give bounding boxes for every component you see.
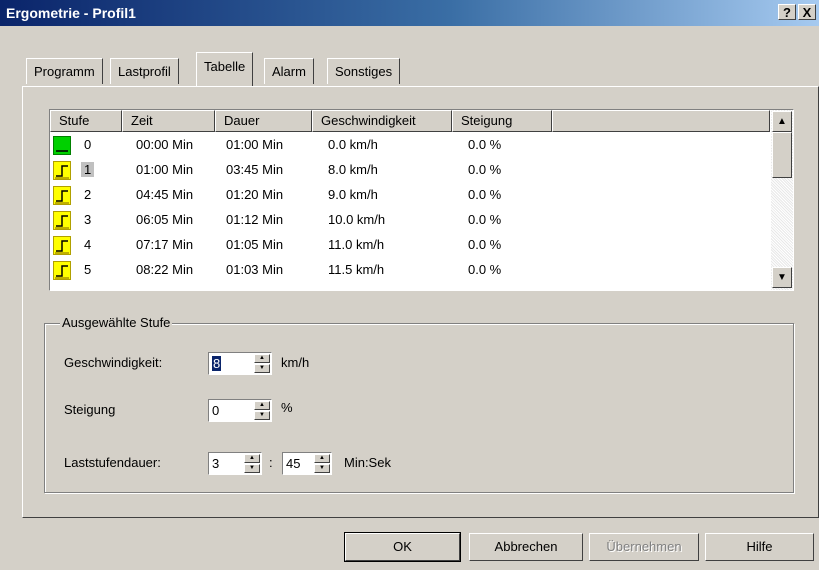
column-header-geschwindigkeit[interactable]: Geschwindigkeit (312, 110, 452, 132)
spin-up-icon[interactable]: ▲ (254, 354, 270, 363)
cell-dauer: 01:05 Min (226, 237, 284, 252)
slope-label: Steigung (64, 402, 116, 417)
tab-lastprofil[interactable]: Lastprofil (110, 58, 179, 84)
column-header-steigung[interactable]: Steigung (452, 110, 552, 132)
cell-dauer: 03:45 Min (226, 162, 284, 177)
cell-zeit: 08:22 Min (136, 262, 194, 277)
cell-stufe: 3 (84, 212, 92, 227)
slope-value[interactable]: 0 (212, 403, 219, 418)
column-header-dauer[interactable]: Dauer (215, 110, 312, 132)
cell-speed: 10.0 km/h (328, 212, 386, 227)
column-header-stufe[interactable]: Stufe (50, 110, 122, 132)
speed-unit: km/h (281, 355, 310, 370)
title-bar: Ergometrie - Profil1 ? X (0, 0, 819, 26)
scroll-down-icon[interactable]: ▼ (772, 267, 792, 288)
cell-stufe: 5 (84, 262, 92, 277)
cell-zeit: 01:00 Min (136, 162, 194, 177)
cell-speed: 9.0 km/h (328, 187, 378, 202)
yellow-step-icon (53, 236, 71, 255)
table-row[interactable]: 5 08:22 Min 01:03 Min 11.5 km/h 0.0 % (50, 259, 770, 284)
cell-speed: 0.0 km/h (328, 137, 378, 152)
tab-tabelle[interactable]: Tabelle (196, 52, 254, 86)
cell-stufe: 0 (84, 137, 92, 152)
cell-slope: 0.0 % (468, 262, 502, 277)
yellow-step-icon (53, 186, 71, 205)
help-dialog-button[interactable]: Hilfe (705, 533, 814, 561)
spin-down-icon[interactable]: ▼ (244, 464, 260, 473)
cell-slope: 0.0 % (468, 162, 502, 177)
ok-button[interactable]: OK (344, 532, 461, 562)
help-button[interactable]: ? (778, 4, 796, 20)
spin-down-icon[interactable]: ▼ (254, 364, 270, 373)
table-row[interactable]: 1 01:00 Min 03:45 Min 8.0 km/h 0.0 % (50, 159, 770, 184)
yellow-step-icon (53, 211, 71, 230)
duration-separator: : (269, 455, 273, 470)
cell-dauer: 01:03 Min (226, 262, 284, 277)
scroll-up-icon[interactable]: ▲ (772, 111, 792, 132)
speed-value[interactable]: 8 (212, 356, 222, 371)
spinner-arrows[interactable]: ▲ ▼ (314, 454, 330, 473)
slope-spinner[interactable]: 0 ▲ ▼ (208, 399, 272, 422)
duration-seconds-spinner[interactable]: 45 ▲ ▼ (282, 452, 332, 475)
column-header-filler (552, 110, 770, 132)
tab-sonstiges[interactable]: Sonstiges (327, 58, 401, 84)
cell-zeit: 06:05 Min (136, 212, 194, 227)
duration-seconds-value[interactable]: 45 (286, 456, 300, 471)
table-header: Stufe Zeit Dauer Geschwindigkeit Steigun… (50, 110, 770, 132)
duration-label: Laststufendauer: (64, 455, 161, 470)
spin-up-icon[interactable]: ▲ (244, 454, 260, 463)
tab-programm[interactable]: Programm (26, 58, 103, 84)
slope-unit: % (281, 400, 293, 415)
cell-slope: 0.0 % (468, 137, 502, 152)
spinner-arrows[interactable]: ▲ ▼ (244, 454, 260, 473)
table-row[interactable]: 2 04:45 Min 01:20 Min 9.0 km/h 0.0 % (50, 184, 770, 209)
spinner-arrows[interactable]: ▲ ▼ (254, 354, 270, 373)
cell-dauer: 01:20 Min (226, 187, 284, 202)
cell-stufe: 1 (81, 162, 95, 177)
cell-slope: 0.0 % (468, 212, 502, 227)
cell-speed: 8.0 km/h (328, 162, 378, 177)
spin-up-icon[interactable]: ▲ (254, 401, 270, 410)
apply-button[interactable]: Übernehmen (589, 533, 699, 561)
levels-table[interactable]: Stufe Zeit Dauer Geschwindigkeit Steigun… (49, 109, 794, 291)
duration-minutes-value[interactable]: 3 (212, 456, 219, 471)
column-header-zeit[interactable]: Zeit (122, 110, 215, 132)
cell-stufe: 2 (84, 187, 92, 202)
cell-stufe: 4 (84, 237, 92, 252)
scroll-thumb[interactable] (772, 132, 792, 178)
close-button[interactable]: X (798, 4, 816, 20)
tab-alarm[interactable]: Alarm (264, 58, 314, 84)
cancel-button[interactable]: Abbrechen (469, 533, 583, 561)
cell-slope: 0.0 % (468, 187, 502, 202)
yellow-step-icon (53, 261, 71, 280)
table-row[interactable]: 3 06:05 Min 01:12 Min 10.0 km/h 0.0 % (50, 209, 770, 234)
spin-down-icon[interactable]: ▼ (254, 411, 270, 420)
group-legend: Ausgewählte Stufe (60, 315, 173, 330)
duration-minutes-spinner[interactable]: 3 ▲ ▼ (208, 452, 262, 475)
window-title: Ergometrie - Profil1 (6, 5, 136, 21)
cell-zeit: 04:45 Min (136, 187, 194, 202)
cell-zeit: 07:17 Min (136, 237, 194, 252)
cell-dauer: 01:12 Min (226, 212, 284, 227)
cell-dauer: 01:00 Min (226, 137, 284, 152)
yellow-step-icon (53, 161, 71, 180)
speed-label: Geschwindigkeit: (64, 355, 163, 370)
spin-up-icon[interactable]: ▲ (314, 454, 330, 463)
cell-speed: 11.0 km/h (328, 237, 385, 252)
cell-speed: 11.5 km/h (328, 262, 385, 277)
spinner-arrows[interactable]: ▲ ▼ (254, 401, 270, 420)
duration-unit: Min:Sek (344, 455, 391, 470)
table-row[interactable]: 4 07:17 Min 01:05 Min 11.0 km/h 0.0 % (50, 234, 770, 259)
spin-down-icon[interactable]: ▼ (314, 464, 330, 473)
cell-zeit: 00:00 Min (136, 137, 194, 152)
table-row[interactable]: 0 00:00 Min 01:00 Min 0.0 km/h 0.0 % (50, 134, 770, 159)
vertical-scrollbar[interactable]: ▲ ▼ (771, 110, 793, 290)
speed-spinner[interactable]: 8 ▲ ▼ (208, 352, 272, 375)
green-level-icon (53, 136, 71, 155)
cell-slope: 0.0 % (468, 237, 502, 252)
